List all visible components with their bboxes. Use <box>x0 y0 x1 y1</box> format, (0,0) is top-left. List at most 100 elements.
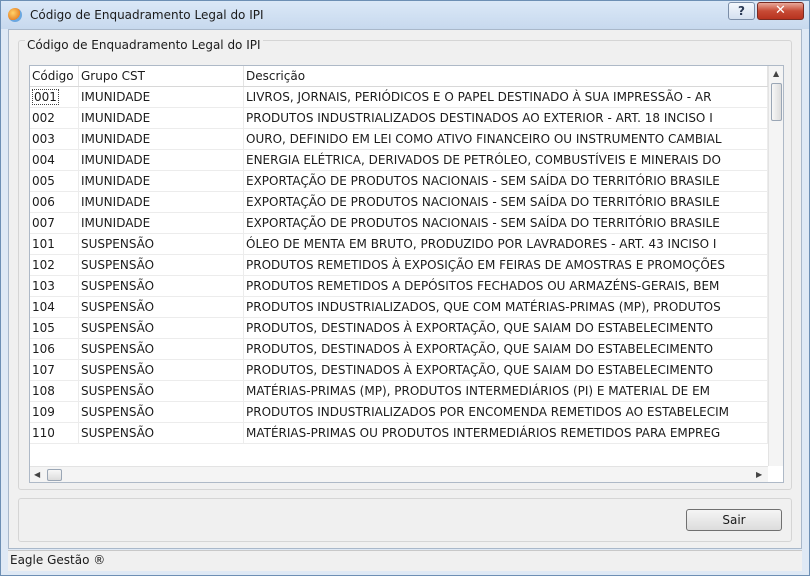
app-logo-icon <box>8 8 22 22</box>
cell-descricao: PRODUTOS INDUSTRIALIZADOS DESTINADOS AO … <box>244 108 768 128</box>
scroll-up-icon[interactable]: ▲ <box>773 69 779 78</box>
cell-grupo-cst: SUSPENSÃO <box>79 360 244 380</box>
help-button[interactable]: ? <box>728 2 755 20</box>
cell-codigo: 108 <box>30 381 79 401</box>
cell-grupo-cst: IMUNIDADE <box>79 192 244 212</box>
horizontal-scroll-thumb[interactable] <box>47 469 62 481</box>
cell-descricao: EXPORTAÇÃO DE PRODUTOS NACIONAIS - SEM S… <box>244 213 768 233</box>
cell-grupo-cst: SUSPENSÃO <box>79 402 244 422</box>
cell-codigo-text: 105 <box>32 321 55 335</box>
cell-descricao: PRODUTOS INDUSTRIALIZADOS POR ENCOMENDA … <box>244 402 768 422</box>
cell-codigo: 002 <box>30 108 79 128</box>
cell-descricao: EXPORTAÇÃO DE PRODUTOS NACIONAIS - SEM S… <box>244 171 768 191</box>
cell-codigo: 103 <box>30 276 79 296</box>
horizontal-scrollbar[interactable]: ◀ ▶ <box>30 466 768 482</box>
table-row[interactable]: 006 IMUNIDADE EXPORTAÇÃO DE PRODUTOS NAC… <box>30 192 768 213</box>
cell-descricao: PRODUTOS REMETIDOS A DEPÓSITOS FECHADOS … <box>244 276 768 296</box>
cell-codigo-text: 003 <box>32 132 55 146</box>
codes-table[interactable]: Código Grupo CST Descrição 001 IMUNIDADE… <box>29 65 784 483</box>
cell-codigo-text: 108 <box>32 384 55 398</box>
cell-codigo: 006 <box>30 192 79 212</box>
cell-grupo-cst: IMUNIDADE <box>79 87 244 107</box>
vertical-scrollbar[interactable]: ▲ <box>768 66 783 466</box>
dialog-window: Código de Enquadramento Legal do IPI ? ✕… <box>0 0 810 576</box>
cell-grupo-cst: IMUNIDADE <box>79 108 244 128</box>
cell-grupo-cst: SUSPENSÃO <box>79 234 244 254</box>
table-row[interactable]: 110 SUSPENSÃO MATÉRIAS-PRIMAS OU PRODUTO… <box>30 423 768 444</box>
table-row[interactable]: 108 SUSPENSÃO MATÉRIAS-PRIMAS (MP), PROD… <box>30 381 768 402</box>
cell-codigo-text: 109 <box>32 405 55 419</box>
table-header: Código Grupo CST Descrição <box>30 66 768 87</box>
cell-codigo: 101 <box>30 234 79 254</box>
cell-codigo-text: 006 <box>32 195 55 209</box>
table-row[interactable]: 004 IMUNIDADE ENERGIA ELÉTRICA, DERIVADO… <box>30 150 768 171</box>
column-header-codigo[interactable]: Código <box>30 66 79 86</box>
table-row[interactable]: 001 IMUNIDADE LIVROS, JORNAIS, PERIÓDICO… <box>30 87 768 108</box>
cell-descricao: PRODUTOS INDUSTRIALIZADOS, QUE COM MATÉR… <box>244 297 768 317</box>
table-row[interactable]: 005 IMUNIDADE EXPORTAÇÃO DE PRODUTOS NAC… <box>30 171 768 192</box>
cell-codigo: 007 <box>30 213 79 233</box>
cell-codigo: 110 <box>30 423 79 443</box>
cell-codigo: 106 <box>30 339 79 359</box>
column-header-grupo-cst[interactable]: Grupo CST <box>79 66 244 86</box>
cell-codigo-text: 004 <box>32 153 55 167</box>
cell-codigo-text: 102 <box>32 258 55 272</box>
cell-descricao: LIVROS, JORNAIS, PERIÓDICOS E O PAPEL DE… <box>244 87 768 107</box>
table-row[interactable]: 003 IMUNIDADE OURO, DEFINIDO EM LEI COMO… <box>30 129 768 150</box>
cell-codigo-text: 001 <box>32 89 59 105</box>
table-row[interactable]: 106 SUSPENSÃO PRODUTOS, DESTINADOS À EXP… <box>30 339 768 360</box>
table-row[interactable]: 101 SUSPENSÃO ÓLEO DE MENTA EM BRUTO, PR… <box>30 234 768 255</box>
cell-grupo-cst: SUSPENSÃO <box>79 318 244 338</box>
close-button[interactable]: ✕ <box>757 2 804 20</box>
cell-codigo: 005 <box>30 171 79 191</box>
table-row[interactable]: 105 SUSPENSÃO PRODUTOS, DESTINADOS À EXP… <box>30 318 768 339</box>
table-row[interactable]: 007 IMUNIDADE EXPORTAÇÃO DE PRODUTOS NAC… <box>30 213 768 234</box>
cell-grupo-cst: SUSPENSÃO <box>79 297 244 317</box>
cell-descricao: PRODUTOS, DESTINADOS À EXPORTAÇÃO, QUE S… <box>244 339 768 359</box>
cell-codigo-text: 106 <box>32 342 55 356</box>
cell-descricao: PRODUTOS, DESTINADOS À EXPORTAÇÃO, QUE S… <box>244 360 768 380</box>
status-bar: Eagle Gestão ® <box>8 550 802 571</box>
button-panel: Sair <box>18 498 792 542</box>
cell-descricao: ÓLEO DE MENTA EM BRUTO, PRODUZIDO POR LA… <box>244 234 768 254</box>
cell-grupo-cst: SUSPENSÃO <box>79 339 244 359</box>
cell-descricao: ENERGIA ELÉTRICA, DERIVADOS DE PETRÓLEO,… <box>244 150 768 170</box>
cell-codigo-text: 101 <box>32 237 55 251</box>
cell-descricao: MATÉRIAS-PRIMAS (MP), PRODUTOS INTERMEDI… <box>244 381 768 401</box>
status-text: Eagle Gestão ® <box>10 553 106 567</box>
legal-code-group: Código de Enquadramento Legal do IPI Cód… <box>18 38 792 490</box>
cell-descricao: EXPORTAÇÃO DE PRODUTOS NACIONAIS - SEM S… <box>244 192 768 212</box>
dialog-body: Código de Enquadramento Legal do IPI Cód… <box>8 29 802 549</box>
cell-descricao: MATÉRIAS-PRIMAS OU PRODUTOS INTERMEDIÁRI… <box>244 423 768 443</box>
cell-codigo: 104 <box>30 297 79 317</box>
cell-codigo: 003 <box>30 129 79 149</box>
cell-codigo: 107 <box>30 360 79 380</box>
table-body: 001 IMUNIDADE LIVROS, JORNAIS, PERIÓDICO… <box>30 87 768 444</box>
table-row[interactable]: 107 SUSPENSÃO PRODUTOS, DESTINADOS À EXP… <box>30 360 768 381</box>
cell-grupo-cst: SUSPENSÃO <box>79 255 244 275</box>
cell-descricao: PRODUTOS REMETIDOS À EXPOSIÇÃO EM FEIRAS… <box>244 255 768 275</box>
exit-button[interactable]: Sair <box>686 509 782 531</box>
scroll-left-icon[interactable]: ◀ <box>34 470 40 479</box>
cell-codigo: 102 <box>30 255 79 275</box>
cell-codigo: 001 <box>30 87 79 107</box>
cell-grupo-cst: SUSPENSÃO <box>79 381 244 401</box>
window-title: Código de Enquadramento Legal do IPI <box>30 8 264 22</box>
table-row[interactable]: 103 SUSPENSÃO PRODUTOS REMETIDOS A DEPÓS… <box>30 276 768 297</box>
table-row[interactable]: 102 SUSPENSÃO PRODUTOS REMETIDOS À EXPOS… <box>30 255 768 276</box>
cell-codigo-text: 103 <box>32 279 55 293</box>
cell-grupo-cst: SUSPENSÃO <box>79 423 244 443</box>
cell-codigo: 004 <box>30 150 79 170</box>
cell-descricao: PRODUTOS, DESTINADOS À EXPORTAÇÃO, QUE S… <box>244 318 768 338</box>
table-row[interactable]: 002 IMUNIDADE PRODUTOS INDUSTRIALIZADOS … <box>30 108 768 129</box>
table-row[interactable]: 104 SUSPENSÃO PRODUTOS INDUSTRIALIZADOS,… <box>30 297 768 318</box>
cell-grupo-cst: IMUNIDADE <box>79 213 244 233</box>
table-row[interactable]: 109 SUSPENSÃO PRODUTOS INDUSTRIALIZADOS … <box>30 402 768 423</box>
cell-codigo: 109 <box>30 402 79 422</box>
vertical-scroll-thumb[interactable] <box>771 83 782 121</box>
scroll-right-icon[interactable]: ▶ <box>756 470 762 479</box>
cell-codigo-text: 107 <box>32 363 55 377</box>
cell-grupo-cst: IMUNIDADE <box>79 171 244 191</box>
title-bar[interactable]: Código de Enquadramento Legal do IPI ? ✕ <box>1 1 809 29</box>
column-header-descricao[interactable]: Descrição <box>244 66 768 86</box>
